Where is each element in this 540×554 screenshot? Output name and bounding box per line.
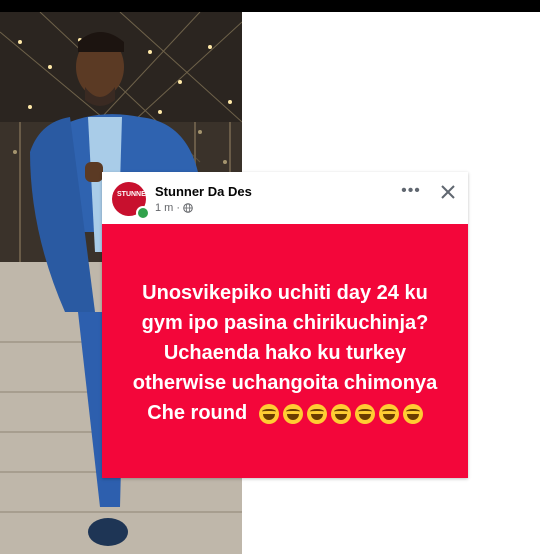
post-meta: 1 m ·	[155, 202, 193, 214]
laughing-emoji-icon	[354, 403, 375, 424]
post-text: Unosvikepiko uchiti day 24 ku gym ipo pa…	[132, 282, 438, 424]
laughing-emoji-icon	[330, 403, 351, 424]
meta-separator: ·	[176, 202, 181, 214]
online-status-icon	[136, 206, 150, 220]
laughing-emoji-icon	[306, 403, 327, 424]
close-button[interactable]	[436, 180, 460, 204]
more-options-button[interactable]: •••	[400, 182, 422, 204]
laughing-emoji-icon	[378, 403, 399, 424]
emoji-row	[258, 403, 423, 424]
avatar-initials: STUNNER	[117, 191, 146, 198]
laughing-emoji-icon	[282, 403, 303, 424]
author-name[interactable]: Stunner Da Des	[155, 184, 252, 199]
post-header: STUNNER Stunner Da Des 1 m · •••	[102, 172, 468, 224]
post-text-block: Unosvikepiko uchiti day 24 ku gym ipo pa…	[120, 278, 450, 428]
post-card: STUNNER Stunner Da Des 1 m · ••• Unosvik…	[102, 172, 468, 478]
close-icon	[441, 185, 455, 199]
post-time[interactable]: 1 m	[155, 202, 173, 214]
top-bar	[0, 0, 540, 12]
post-body: Unosvikepiko uchiti day 24 ku gym ipo pa…	[102, 224, 468, 478]
laughing-emoji-icon	[402, 403, 423, 424]
globe-icon	[183, 203, 193, 213]
laughing-emoji-icon	[258, 403, 279, 424]
